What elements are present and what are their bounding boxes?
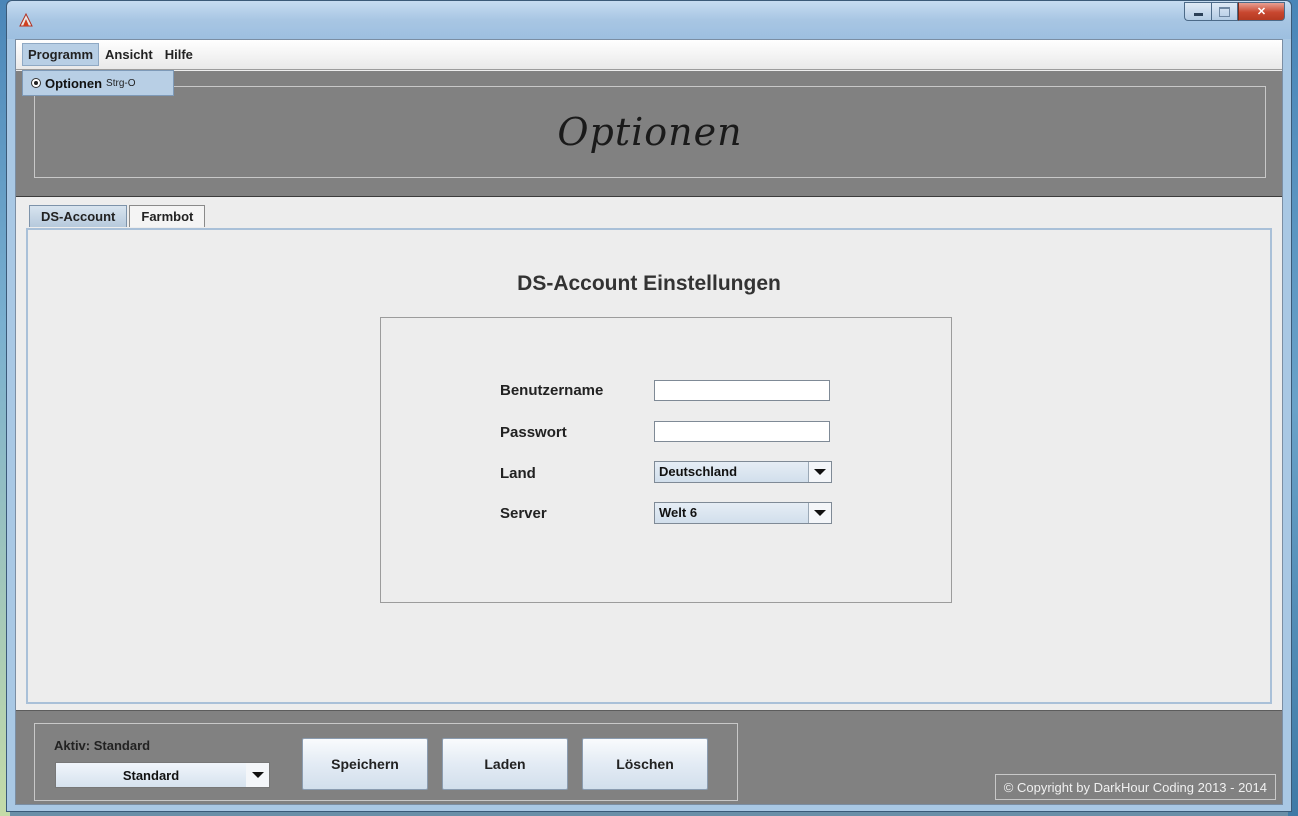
- header-panel: Optionen: [16, 71, 1282, 197]
- page-title: Optionen: [557, 110, 743, 154]
- username-label: Benutzername: [500, 382, 604, 399]
- client-area: Programm Ansicht Hilfe Optionen Strg-O O…: [15, 39, 1283, 805]
- copyright-label: © Copyright by DarkHour Coding 2013 - 20…: [994, 774, 1276, 800]
- panel-title: DS-Account Einstellungen: [517, 272, 781, 295]
- password-label: Passwort: [500, 424, 567, 441]
- tab-farmbot[interactable]: Farmbot: [129, 205, 206, 227]
- save-button[interactable]: Speichern: [302, 738, 428, 790]
- profile-select-value: Standard: [56, 763, 247, 787]
- profile-group: Aktiv: Standard Standard Speichern Laden…: [34, 723, 738, 801]
- tab-panel-ds-account: DS-Account Einstellungen Benutzername Pa…: [26, 228, 1272, 704]
- window-controls: ✕: [1184, 2, 1285, 22]
- menu-bar: Programm Ansicht Hilfe: [16, 40, 1282, 70]
- bottom-panel: Aktiv: Standard Standard Speichern Laden…: [16, 710, 1282, 804]
- maximize-button[interactable]: [1211, 2, 1238, 21]
- menu-ansicht[interactable]: Ansicht: [99, 43, 159, 66]
- minimize-button[interactable]: [1184, 2, 1211, 21]
- radio-icon: [31, 78, 41, 88]
- load-button[interactable]: Laden: [442, 738, 568, 790]
- menu-programm[interactable]: Programm: [22, 43, 100, 66]
- menu-dropdown-optionen[interactable]: Optionen Strg-O: [22, 70, 174, 96]
- country-select[interactable]: Deutschland: [654, 461, 832, 483]
- chevron-down-icon[interactable]: [246, 763, 269, 787]
- close-button[interactable]: ✕: [1238, 2, 1285, 21]
- tab-bar: DS-Account Farmbot: [29, 205, 207, 229]
- server-select[interactable]: Welt 6: [654, 502, 832, 524]
- accelerator-hint: Strg-O: [106, 77, 136, 89]
- country-select-value: Deutschland: [655, 462, 809, 482]
- server-label: Server: [500, 505, 547, 522]
- menu-item-optionen: Optionen: [45, 75, 103, 91]
- title-bar[interactable]: ✕: [7, 1, 1291, 39]
- chevron-down-icon[interactable]: [809, 503, 831, 523]
- username-field[interactable]: [654, 380, 830, 401]
- close-icon: ✕: [1256, 6, 1267, 18]
- maximize-icon: [1219, 6, 1230, 17]
- tab-ds-account[interactable]: DS-Account: [29, 205, 128, 227]
- app-logo-icon: [19, 13, 33, 27]
- server-select-value: Welt 6: [655, 503, 809, 523]
- active-profile-label: Aktiv: Standard: [54, 738, 151, 753]
- password-field[interactable]: [654, 421, 830, 442]
- header-frame: Optionen: [34, 86, 1266, 178]
- menu-hilfe[interactable]: Hilfe: [159, 43, 199, 66]
- minimize-icon: [1193, 13, 1203, 16]
- chevron-down-icon[interactable]: [809, 462, 831, 482]
- app-window: ✕ Programm Ansicht Hilfe Optionen Strg-O…: [6, 0, 1292, 812]
- account-form: Benutzername Passwort Land Deutschland S…: [380, 317, 952, 603]
- country-label: Land: [500, 465, 536, 482]
- profile-select[interactable]: Standard: [55, 762, 270, 788]
- delete-button[interactable]: Löschen: [582, 738, 708, 790]
